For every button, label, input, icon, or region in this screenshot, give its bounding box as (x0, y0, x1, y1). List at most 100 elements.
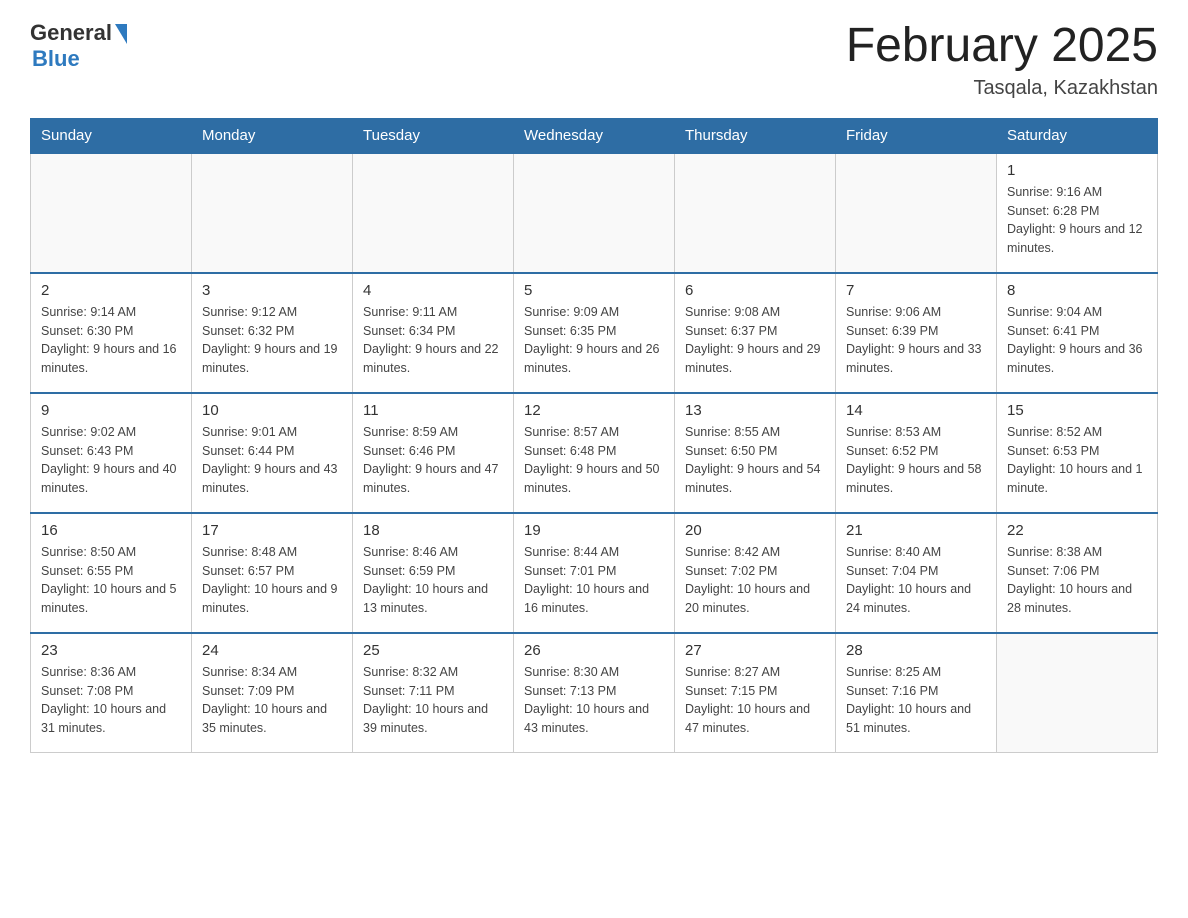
day-number: 17 (202, 522, 342, 539)
day-info: Sunrise: 8:25 AMSunset: 7:16 PMDaylight:… (846, 663, 986, 738)
calendar-cell: 21 Sunrise: 8:40 AMSunset: 7:04 PMDayligh… (836, 513, 997, 633)
week-row-5: 23 Sunrise: 8:36 AMSunset: 7:08 PMDayligh… (31, 633, 1158, 753)
day-info: Sunrise: 8:27 AMSunset: 7:15 PMDaylight:… (685, 663, 825, 738)
calendar-cell: 10Sunrise: 9:01 AMSunset: 6:44 PMDayligh… (192, 393, 353, 513)
calendar-cell: 28 Sunrise: 8:25 AMSunset: 7:16 PMDayligh… (836, 633, 997, 753)
day-number: 14 (846, 402, 986, 419)
calendar-table: SundayMondayTuesdayWednesdayThursdayFrid… (30, 118, 1158, 754)
calendar-cell: 16 Sunrise: 8:50 AMSunset: 6:55 PMDayligh… (31, 513, 192, 633)
day-number: 27 (685, 642, 825, 659)
weekday-header-monday: Monday (192, 118, 353, 153)
calendar-cell: 13 Sunrise: 8:55 AMSunset: 6:50 PMDayligh… (675, 393, 836, 513)
calendar-cell: 19 Sunrise: 8:44 AMSunset: 7:01 PMDayligh… (514, 513, 675, 633)
day-number: 11 (363, 402, 503, 419)
day-number: 3 (202, 282, 342, 299)
day-number: 13 (685, 402, 825, 419)
weekday-header-sunday: Sunday (31, 118, 192, 153)
day-info: Sunrise: 9:02 AMSunset: 6:43 PMDaylight:… (41, 423, 181, 498)
calendar-cell: 9Sunrise: 9:02 AMSunset: 6:43 PMDaylight… (31, 393, 192, 513)
calendar-cell: 5 Sunrise: 9:09 AMSunset: 6:35 PMDaylight… (514, 273, 675, 393)
day-number: 28 (846, 642, 986, 659)
title-area: February 2025 Tasqala, Kazakhstan (846, 20, 1158, 100)
logo: General Blue (30, 20, 127, 72)
day-info: Sunrise: 9:04 AMSunset: 6:41 PMDaylight:… (1007, 303, 1147, 378)
calendar-cell: 11 Sunrise: 8:59 AMSunset: 6:46 PMDayligh… (353, 393, 514, 513)
calendar-cell: 25 Sunrise: 8:32 AMSunset: 7:11 PMDayligh… (353, 633, 514, 753)
calendar-cell: 26 Sunrise: 8:30 AMSunset: 7:13 PMDayligh… (514, 633, 675, 753)
weekday-header-row: SundayMondayTuesdayWednesdayThursdayFrid… (31, 118, 1158, 153)
calendar-cell: 7 Sunrise: 9:06 AMSunset: 6:39 PMDaylight… (836, 273, 997, 393)
day-number: 7 (846, 282, 986, 299)
day-info: Sunrise: 8:30 AMSunset: 7:13 PMDaylight:… (524, 663, 664, 738)
day-info: Sunrise: 8:57 AMSunset: 6:48 PMDaylight:… (524, 423, 664, 498)
day-info: Sunrise: 9:11 AMSunset: 6:34 PMDaylight:… (363, 303, 503, 378)
logo-general-text: General (30, 20, 112, 46)
day-info: Sunrise: 8:55 AMSunset: 6:50 PMDaylight:… (685, 423, 825, 498)
calendar-cell (353, 153, 514, 273)
logo-blue-text: Blue (32, 46, 80, 72)
day-number: 20 (685, 522, 825, 539)
calendar-cell (675, 153, 836, 273)
day-number: 12 (524, 402, 664, 419)
day-number: 21 (846, 522, 986, 539)
page-header: General Blue February 2025 Tasqala, Kaza… (30, 20, 1158, 100)
calendar-cell: 23 Sunrise: 8:36 AMSunset: 7:08 PMDayligh… (31, 633, 192, 753)
calendar-cell: 27 Sunrise: 8:27 AMSunset: 7:15 PMDayligh… (675, 633, 836, 753)
calendar-cell: 12 Sunrise: 8:57 AMSunset: 6:48 PMDayligh… (514, 393, 675, 513)
day-number: 2 (41, 282, 181, 299)
day-info: Sunrise: 8:48 AMSunset: 6:57 PMDaylight:… (202, 543, 342, 618)
day-number: 4 (363, 282, 503, 299)
week-row-4: 16 Sunrise: 8:50 AMSunset: 6:55 PMDayligh… (31, 513, 1158, 633)
day-info: Sunrise: 8:40 AMSunset: 7:04 PMDaylight:… (846, 543, 986, 618)
day-info: Sunrise: 9:06 AMSunset: 6:39 PMDaylight:… (846, 303, 986, 378)
calendar-cell (997, 633, 1158, 753)
day-info: Sunrise: 8:38 AMSunset: 7:06 PMDaylight:… (1007, 543, 1147, 618)
day-info: Sunrise: 8:32 AMSunset: 7:11 PMDaylight:… (363, 663, 503, 738)
day-number: 10 (202, 402, 342, 419)
day-number: 24 (202, 642, 342, 659)
day-info: Sunrise: 8:46 AMSunset: 6:59 PMDaylight:… (363, 543, 503, 618)
weekday-header-thursday: Thursday (675, 118, 836, 153)
week-row-2: 2Sunrise: 9:14 AMSunset: 6:30 PMDaylight… (31, 273, 1158, 393)
calendar-cell: 2Sunrise: 9:14 AMSunset: 6:30 PMDaylight… (31, 273, 192, 393)
calendar-cell: 22 Sunrise: 8:38 AMSunset: 7:06 PMDayligh… (997, 513, 1158, 633)
day-info: Sunrise: 8:34 AMSunset: 7:09 PMDaylight:… (202, 663, 342, 738)
day-info: Sunrise: 8:36 AMSunset: 7:08 PMDaylight:… (41, 663, 181, 738)
calendar-cell (192, 153, 353, 273)
day-number: 15 (1007, 402, 1147, 419)
day-info: Sunrise: 8:52 AMSunset: 6:53 PMDaylight:… (1007, 423, 1147, 498)
calendar-cell: 24 Sunrise: 8:34 AMSunset: 7:09 PMDayligh… (192, 633, 353, 753)
calendar-cell (31, 153, 192, 273)
day-info: Sunrise: 9:08 AMSunset: 6:37 PMDaylight:… (685, 303, 825, 378)
day-number: 23 (41, 642, 181, 659)
day-number: 25 (363, 642, 503, 659)
calendar-cell (514, 153, 675, 273)
day-number: 26 (524, 642, 664, 659)
day-number: 5 (524, 282, 664, 299)
day-info: Sunrise: 9:09 AMSunset: 6:35 PMDaylight:… (524, 303, 664, 378)
day-info: Sunrise: 8:42 AMSunset: 7:02 PMDaylight:… (685, 543, 825, 618)
day-number: 18 (363, 522, 503, 539)
month-title: February 2025 (846, 20, 1158, 73)
day-number: 22 (1007, 522, 1147, 539)
weekday-header-saturday: Saturday (997, 118, 1158, 153)
weekday-header-wednesday: Wednesday (514, 118, 675, 153)
calendar-cell: 4 Sunrise: 9:11 AMSunset: 6:34 PMDaylight… (353, 273, 514, 393)
day-info: Sunrise: 8:59 AMSunset: 6:46 PMDaylight:… (363, 423, 503, 498)
calendar-cell: 1Sunrise: 9:16 AMSunset: 6:28 PMDaylight… (997, 153, 1158, 273)
day-number: 1 (1007, 162, 1147, 179)
location-text: Tasqala, Kazakhstan (846, 77, 1158, 100)
day-number: 16 (41, 522, 181, 539)
day-number: 19 (524, 522, 664, 539)
calendar-cell: 6 Sunrise: 9:08 AMSunset: 6:37 PMDaylight… (675, 273, 836, 393)
day-info: Sunrise: 8:44 AMSunset: 7:01 PMDaylight:… (524, 543, 664, 618)
day-number: 6 (685, 282, 825, 299)
logo-arrow-icon (115, 24, 127, 44)
day-info: Sunrise: 8:50 AMSunset: 6:55 PMDaylight:… (41, 543, 181, 618)
calendar-cell: 18 Sunrise: 8:46 AMSunset: 6:59 PMDayligh… (353, 513, 514, 633)
week-row-1: 1Sunrise: 9:16 AMSunset: 6:28 PMDaylight… (31, 153, 1158, 273)
calendar-cell: 20 Sunrise: 8:42 AMSunset: 7:02 PMDayligh… (675, 513, 836, 633)
calendar-cell: 15 Sunrise: 8:52 AMSunset: 6:53 PMDayligh… (997, 393, 1158, 513)
calendar-cell: 8 Sunrise: 9:04 AMSunset: 6:41 PMDaylight… (997, 273, 1158, 393)
day-number: 8 (1007, 282, 1147, 299)
